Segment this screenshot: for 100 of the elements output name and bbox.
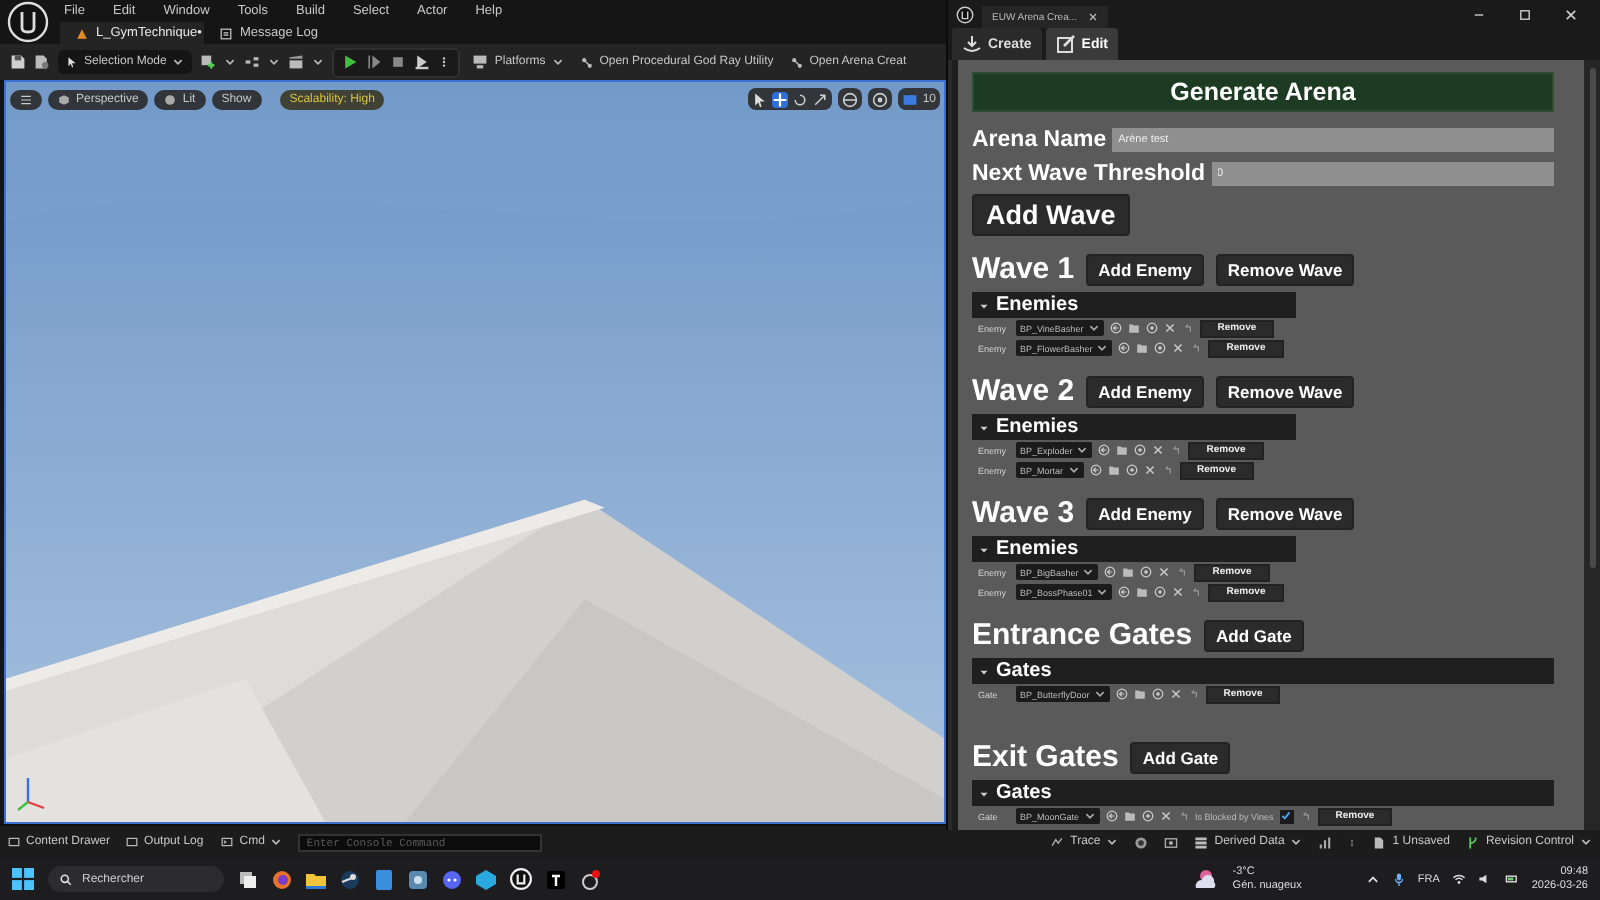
- app-icon[interactable]: [374, 869, 394, 889]
- triangle-icon[interactable]: [978, 299, 990, 311]
- engine-logo-icon[interactable]: [6, 0, 50, 44]
- list-header[interactable]: Enemies: [972, 414, 1296, 440]
- play-icon[interactable]: [342, 54, 359, 70]
- browse-arrow-icon[interactable]: [1105, 810, 1118, 822]
- add-button[interactable]: Add Enemy: [1086, 497, 1204, 529]
- chevron-icon[interactable]: [312, 56, 325, 68]
- browse-arrow-icon[interactable]: [1109, 322, 1122, 334]
- app-icon[interactable]: [408, 869, 428, 889]
- close-icon[interactable]: [1087, 12, 1098, 22]
- close-icon[interactable]: [1564, 7, 1578, 21]
- clapper-icon[interactable]: [288, 54, 305, 70]
- battery-icon[interactable]: [1503, 872, 1520, 886]
- cursor-icon: [66, 56, 78, 68]
- cloud-icon[interactable]: [1192, 867, 1221, 891]
- clear-x-icon[interactable]: [1159, 810, 1172, 822]
- checkbox[interactable]: [1279, 809, 1294, 823]
- save-icon[interactable]: [10, 54, 26, 70]
- clear-x-icon[interactable]: [1172, 586, 1185, 598]
- field-label: Arena Name: [972, 128, 1107, 152]
- chevron-icon[interactable]: [268, 56, 281, 68]
- chevron-icon[interactable]: [270, 836, 283, 848]
- field-label: Next Wave Threshold: [972, 162, 1206, 186]
- browse-arrow-icon[interactable]: [1115, 688, 1128, 700]
- rotate-icon[interactable]: [792, 91, 809, 107]
- target-icon[interactable]: [1151, 688, 1164, 700]
- add-button[interactable]: Add Gate: [1204, 619, 1304, 651]
- clear-x-icon[interactable]: [1143, 464, 1156, 476]
- step-icon[interactable]: [366, 54, 383, 70]
- chevron-icon[interactable]: [1093, 688, 1106, 700]
- screenshot-icon[interactable]: [1164, 835, 1179, 849]
- add-button[interactable]: Add Enemy: [1086, 375, 1204, 407]
- chevron-icon[interactable]: [172, 56, 185, 68]
- menu-icon: [20, 93, 32, 105]
- clear-x-icon[interactable]: [1169, 688, 1182, 700]
- chevron-up-icon[interactable]: [1365, 872, 1380, 886]
- browse-arrow-icon[interactable]: [1118, 586, 1131, 598]
- chevron-icon[interactable]: [224, 56, 237, 68]
- chevron-icon[interactable]: [1580, 836, 1592, 848]
- kebab-icon[interactable]: [438, 54, 451, 70]
- target-icon[interactable]: [1141, 810, 1154, 822]
- triangle-icon[interactable]: [978, 665, 990, 677]
- folder-icon[interactable]: [306, 869, 326, 889]
- section-title: Wave 2: [972, 374, 1075, 408]
- triangle-icon[interactable]: [978, 787, 990, 799]
- chevron-icon[interactable]: [1290, 836, 1303, 848]
- task-view-icon[interactable]: [238, 869, 258, 889]
- wifi-icon[interactable]: [1451, 872, 1466, 886]
- chat-app-icon[interactable]: [442, 869, 462, 889]
- log-icon: [220, 27, 232, 39]
- database-icon: [1194, 835, 1209, 849]
- list-header[interactable]: Gates: [972, 780, 1554, 806]
- select-icon[interactable]: [752, 91, 769, 107]
- chevron-icon[interactable]: [1106, 836, 1119, 848]
- move-icon[interactable]: [772, 91, 789, 107]
- stop-icon[interactable]: [390, 54, 407, 70]
- clear-x-icon[interactable]: [1172, 342, 1185, 354]
- app-icon[interactable]: [476, 869, 496, 889]
- snap-icon[interactable]: [872, 91, 889, 107]
- clear-x-icon[interactable]: [1158, 566, 1171, 578]
- chevron-icon[interactable]: [551, 56, 564, 68]
- browse-arrow-icon[interactable]: [1104, 566, 1117, 578]
- speaker-icon[interactable]: [1477, 872, 1492, 886]
- tool-icon: [789, 55, 804, 69]
- engine-app-icon[interactable]: [510, 868, 532, 890]
- clear-x-icon[interactable]: [1163, 322, 1176, 334]
- globe-icon[interactable]: [842, 91, 859, 107]
- browse-arrow-icon[interactable]: [1098, 444, 1111, 456]
- maximize-icon[interactable]: [1518, 7, 1532, 21]
- eject-icon[interactable]: [414, 54, 431, 70]
- remove-wave-button[interactable]: Remove Wave: [1215, 375, 1355, 407]
- start-icon[interactable]: [12, 868, 34, 890]
- chevron-icon[interactable]: [1083, 810, 1096, 822]
- triangle-icon[interactable]: [978, 543, 990, 555]
- drawer-icon: [8, 836, 20, 848]
- list-header[interactable]: Gates: [972, 658, 1554, 684]
- browse-arrow-icon[interactable]: [1089, 464, 1102, 476]
- triangle-icon[interactable]: [978, 421, 990, 433]
- browse-icon[interactable]: [34, 54, 50, 70]
- remove-wave-button[interactable]: Remove Wave: [1215, 253, 1355, 285]
- axis-gizmo-drawing: [16, 774, 48, 814]
- record-icon[interactable]: [1134, 835, 1149, 849]
- generate-button[interactable]: Generate Arena: [972, 72, 1554, 112]
- remove-wave-button[interactable]: Remove Wave: [1215, 497, 1355, 529]
- add-actor-icon[interactable]: [200, 54, 217, 70]
- add-button[interactable]: Add Enemy: [1086, 253, 1204, 285]
- engine-logo-icon: [956, 5, 974, 23]
- list-header[interactable]: Enemies: [972, 536, 1296, 562]
- clear-x-icon[interactable]: [1152, 444, 1165, 456]
- add-wave-button[interactable]: Add Wave: [972, 194, 1130, 236]
- microphone-icon[interactable]: [1391, 872, 1406, 886]
- app-notification-icon[interactable]: [580, 869, 600, 889]
- add-button[interactable]: Add Gate: [1130, 741, 1231, 773]
- browse-arrow-icon[interactable]: [1118, 342, 1131, 354]
- scrollbar-thumb[interactable]: [1590, 68, 1596, 568]
- list-header[interactable]: Enemies: [972, 292, 1296, 318]
- platforms-icon: [472, 54, 489, 70]
- scale-icon[interactable]: [812, 91, 829, 107]
- bar-chart-icon[interactable]: [1318, 835, 1333, 849]
